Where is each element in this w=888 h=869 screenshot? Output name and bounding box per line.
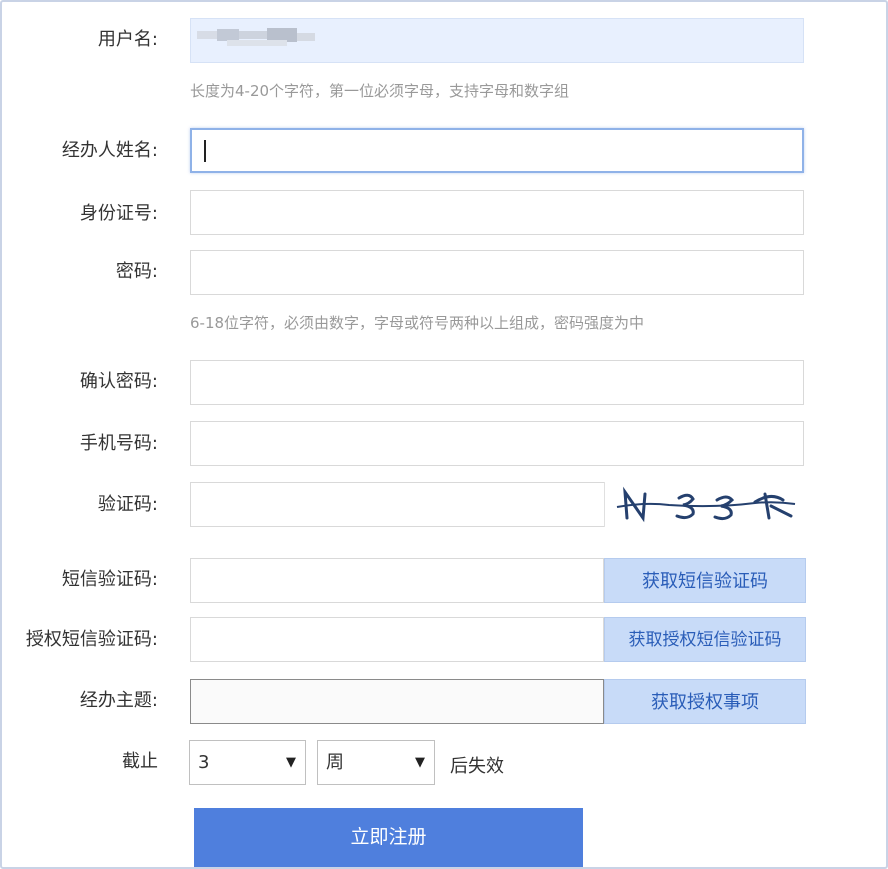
username-input[interactable]: [190, 18, 804, 63]
get-sms-code-button[interactable]: 获取短信验证码: [604, 558, 806, 603]
dropdown-arrow-icon: ▼: [415, 755, 425, 770]
confirm-password-label: 确认密码:: [79, 371, 158, 392]
phone-input[interactable]: [190, 421, 804, 466]
id-number-input[interactable]: [190, 190, 804, 235]
text-cursor: [204, 140, 206, 162]
register-button[interactable]: 立即注册: [194, 808, 583, 867]
expiry-unit-value: 周: [326, 752, 344, 773]
captcha-glyphs: [616, 486, 796, 523]
get-auth-items-button[interactable]: 获取授权事项: [604, 679, 806, 724]
password-hint: 6-18位字符，必须由数字，字母或符号两种以上组成，密码强度为中: [190, 314, 645, 332]
confirm-password-input[interactable]: [190, 360, 804, 405]
subject-label: 经办主题:: [79, 690, 158, 711]
sms-code-label: 短信验证码:: [61, 569, 158, 590]
operator-name-label: 经办人姓名:: [61, 140, 158, 161]
dropdown-arrow-icon: ▼: [286, 755, 296, 770]
expiry-prefix: 截止: [122, 751, 158, 772]
registration-form: 用户名: 长度为4-20个字符，第一位必须字母，支持字母和数字组 经办人姓名: …: [0, 0, 888, 869]
username-label: 用户名:: [97, 29, 158, 50]
captcha-label: 验证码:: [97, 494, 158, 515]
expiry-amount-value: 3: [198, 752, 210, 773]
username-hint: 长度为4-20个字符，第一位必须字母，支持字母和数字组: [190, 82, 570, 100]
captcha-image[interactable]: [604, 482, 805, 527]
phone-label: 手机号码:: [79, 433, 158, 454]
username-redacted-value: [197, 28, 315, 51]
auth-sms-code-label: 授权短信验证码:: [25, 629, 158, 650]
id-number-label: 身份证号:: [79, 203, 158, 224]
password-label: 密码:: [115, 261, 158, 282]
password-input[interactable]: [190, 250, 804, 295]
sms-code-input[interactable]: [190, 558, 604, 603]
operator-name-input[interactable]: [190, 128, 804, 173]
expiry-unit-select[interactable]: 周 ▼: [317, 740, 435, 785]
get-auth-sms-code-button[interactable]: 获取授权短信验证码: [604, 617, 806, 662]
expiry-suffix: 后失效: [450, 756, 504, 777]
expiry-amount-select[interactable]: 3 ▼: [189, 740, 306, 785]
subject-input[interactable]: [190, 679, 604, 724]
auth-sms-code-input[interactable]: [190, 617, 604, 662]
